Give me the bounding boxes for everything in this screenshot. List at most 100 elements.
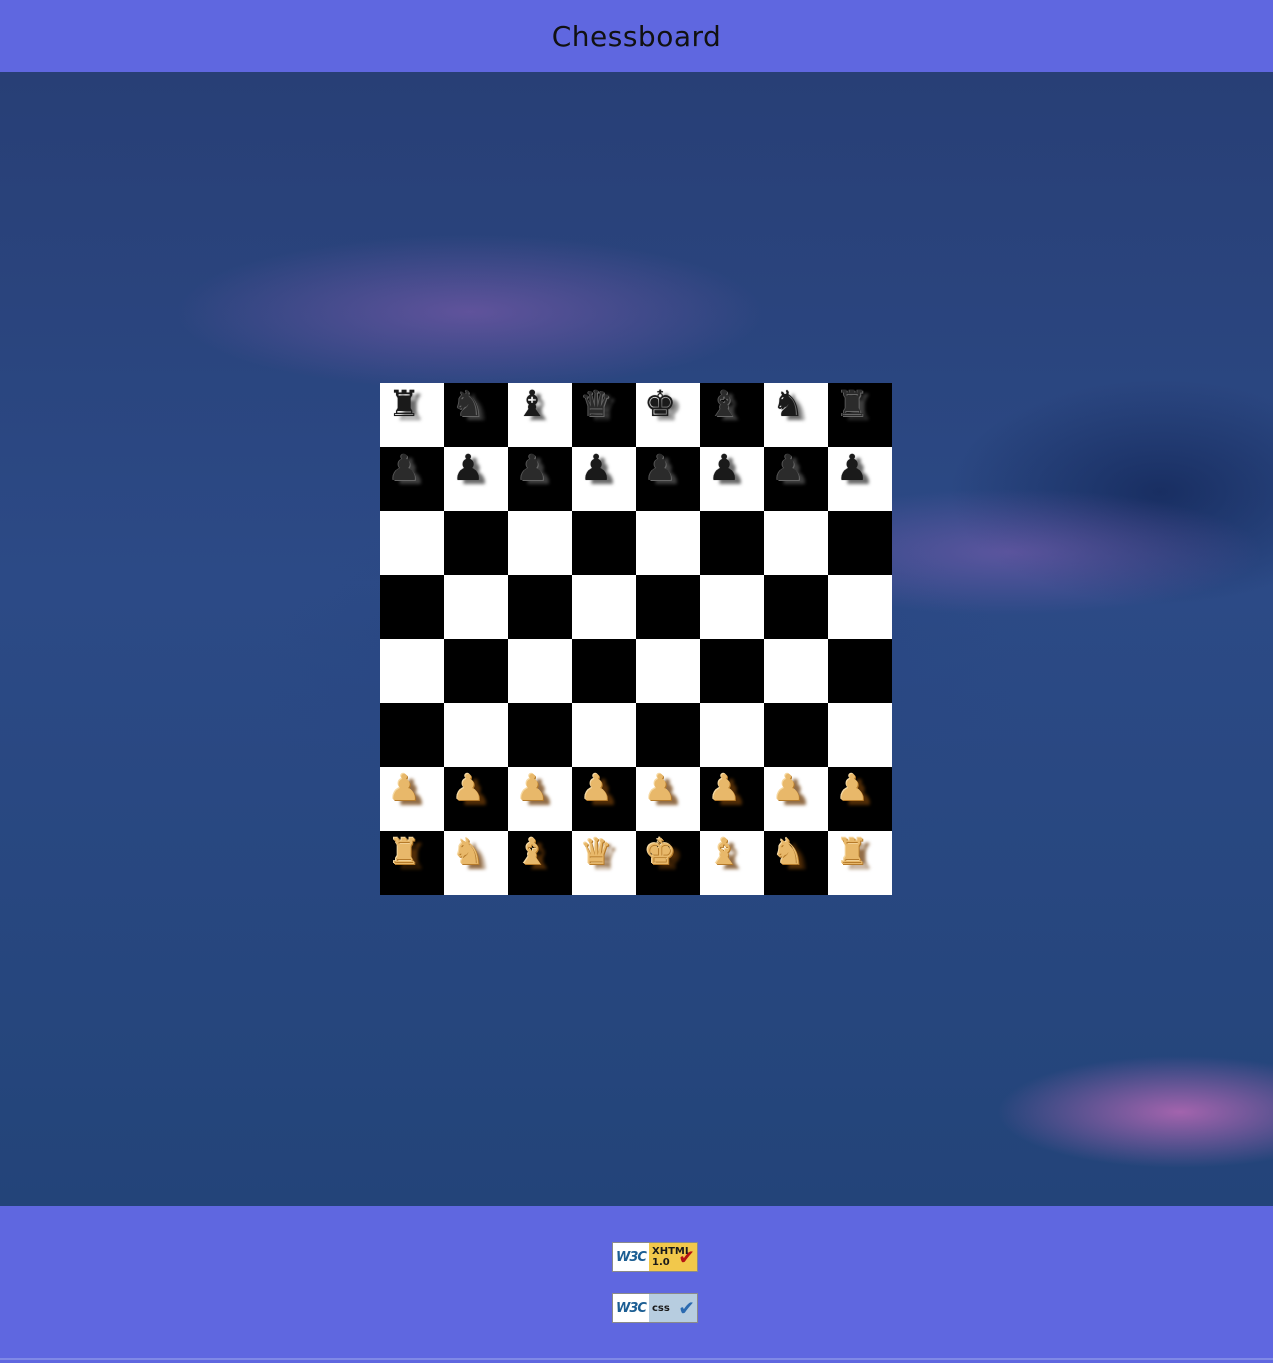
white-pawn-icon[interactable]: ♟ <box>836 769 868 809</box>
square-e5[interactable] <box>636 575 700 639</box>
square-a5[interactable] <box>380 575 444 639</box>
square-g8[interactable]: ♞ <box>764 383 828 447</box>
white-bishop-icon[interactable]: ♝ <box>516 833 548 873</box>
square-d8[interactable]: ♛ <box>572 383 636 447</box>
square-h7[interactable]: ♟ <box>828 447 892 511</box>
square-b3[interactable] <box>444 703 508 767</box>
square-a2[interactable]: ♟ <box>380 767 444 831</box>
white-pawn-icon[interactable]: ♟ <box>580 769 612 809</box>
square-f7[interactable]: ♟ <box>700 447 764 511</box>
black-queen-icon[interactable]: ♛ <box>580 385 612 425</box>
square-a1[interactable]: ♜ <box>380 831 444 895</box>
square-e6[interactable] <box>636 511 700 575</box>
square-e2[interactable]: ♟ <box>636 767 700 831</box>
black-knight-icon[interactable]: ♞ <box>452 385 484 425</box>
square-b2[interactable]: ♟ <box>444 767 508 831</box>
square-f5[interactable] <box>700 575 764 639</box>
square-b1[interactable]: ♞ <box>444 831 508 895</box>
black-pawn-icon[interactable]: ♟ <box>836 449 868 489</box>
white-king-icon[interactable]: ♚ <box>644 833 676 873</box>
white-pawn-icon[interactable]: ♟ <box>772 769 804 809</box>
white-bishop-icon[interactable]: ♝ <box>708 833 740 873</box>
square-h2[interactable]: ♟ <box>828 767 892 831</box>
black-pawn-icon[interactable]: ♟ <box>580 449 612 489</box>
square-g3[interactable] <box>764 703 828 767</box>
square-d7[interactable]: ♟ <box>572 447 636 511</box>
square-c7[interactable]: ♟ <box>508 447 572 511</box>
square-e7[interactable]: ♟ <box>636 447 700 511</box>
black-bishop-icon[interactable]: ♝ <box>516 385 548 425</box>
square-a4[interactable] <box>380 639 444 703</box>
square-e4[interactable] <box>636 639 700 703</box>
square-h4[interactable] <box>828 639 892 703</box>
square-h6[interactable] <box>828 511 892 575</box>
square-c3[interactable] <box>508 703 572 767</box>
black-pawn-icon[interactable]: ♟ <box>452 449 484 489</box>
square-f1[interactable]: ♝ <box>700 831 764 895</box>
square-g5[interactable] <box>764 575 828 639</box>
square-b6[interactable] <box>444 511 508 575</box>
white-knight-icon[interactable]: ♞ <box>772 833 804 873</box>
square-a8[interactable]: ♜ <box>380 383 444 447</box>
square-g4[interactable] <box>764 639 828 703</box>
square-d6[interactable] <box>572 511 636 575</box>
square-g6[interactable] <box>764 511 828 575</box>
square-c8[interactable]: ♝ <box>508 383 572 447</box>
square-c2[interactable]: ♟ <box>508 767 572 831</box>
square-c1[interactable]: ♝ <box>508 831 572 895</box>
white-pawn-icon[interactable]: ♟ <box>388 769 420 809</box>
square-e8[interactable]: ♚ <box>636 383 700 447</box>
white-rook-icon[interactable]: ♜ <box>388 833 420 873</box>
square-h1[interactable]: ♜ <box>828 831 892 895</box>
white-queen-icon[interactable]: ♛ <box>580 833 612 873</box>
black-pawn-icon[interactable]: ♟ <box>772 449 804 489</box>
square-d2[interactable]: ♟ <box>572 767 636 831</box>
square-h8[interactable]: ♜ <box>828 383 892 447</box>
square-d3[interactable] <box>572 703 636 767</box>
black-pawn-icon[interactable]: ♟ <box>388 449 420 489</box>
square-a6[interactable] <box>380 511 444 575</box>
square-a3[interactable] <box>380 703 444 767</box>
white-rook-icon[interactable]: ♜ <box>836 833 868 873</box>
square-g7[interactable]: ♟ <box>764 447 828 511</box>
chessboard[interactable]: ♜ ♞ ♝ ♛ ♚ ♝ ♞ ♜ ♟ ♟ ♟ ♟ ♟ ♟ ♟ ♟ ♟ ♟ ♟ ♟ ♟ ♟ ♟ ♟ ♜ ♞ ♝ ♛ ♚ ♝ ♞ ♜ <box>380 383 892 895</box>
square-b5[interactable] <box>444 575 508 639</box>
square-c5[interactable] <box>508 575 572 639</box>
square-c6[interactable] <box>508 511 572 575</box>
black-knight-icon[interactable]: ♞ <box>772 385 804 425</box>
white-pawn-icon[interactable]: ♟ <box>452 769 484 809</box>
black-bishop-icon[interactable]: ♝ <box>708 385 740 425</box>
square-c4[interactable] <box>508 639 572 703</box>
square-h5[interactable] <box>828 575 892 639</box>
black-rook-icon[interactable]: ♜ <box>836 385 868 425</box>
black-pawn-icon[interactable]: ♟ <box>516 449 548 489</box>
black-pawn-icon[interactable]: ♟ <box>644 449 676 489</box>
square-f3[interactable] <box>700 703 764 767</box>
white-knight-icon[interactable]: ♞ <box>452 833 484 873</box>
square-e3[interactable] <box>636 703 700 767</box>
valid-css-badge[interactable]: W3C css ✔ <box>612 1293 698 1323</box>
square-b7[interactable]: ♟ <box>444 447 508 511</box>
square-f2[interactable]: ♟ <box>700 767 764 831</box>
white-pawn-icon[interactable]: ♟ <box>516 769 548 809</box>
black-pawn-icon[interactable]: ♟ <box>708 449 740 489</box>
square-g2[interactable]: ♟ <box>764 767 828 831</box>
black-rook-icon[interactable]: ♜ <box>388 385 420 425</box>
square-f8[interactable]: ♝ <box>700 383 764 447</box>
square-b8[interactable]: ♞ <box>444 383 508 447</box>
square-f4[interactable] <box>700 639 764 703</box>
black-king-icon[interactable]: ♚ <box>644 385 676 425</box>
square-g1[interactable]: ♞ <box>764 831 828 895</box>
valid-xhtml-badge[interactable]: W3C XHTML 1.0 ✔ <box>612 1242 698 1272</box>
square-d4[interactable] <box>572 639 636 703</box>
square-b4[interactable] <box>444 639 508 703</box>
white-pawn-icon[interactable]: ♟ <box>644 769 676 809</box>
square-d5[interactable] <box>572 575 636 639</box>
css-label-text: css <box>652 1303 670 1314</box>
square-f6[interactable] <box>700 511 764 575</box>
square-d1[interactable]: ♛ <box>572 831 636 895</box>
square-h3[interactable] <box>828 703 892 767</box>
square-e1[interactable]: ♚ <box>636 831 700 895</box>
white-pawn-icon[interactable]: ♟ <box>708 769 740 809</box>
square-a7[interactable]: ♟ <box>380 447 444 511</box>
